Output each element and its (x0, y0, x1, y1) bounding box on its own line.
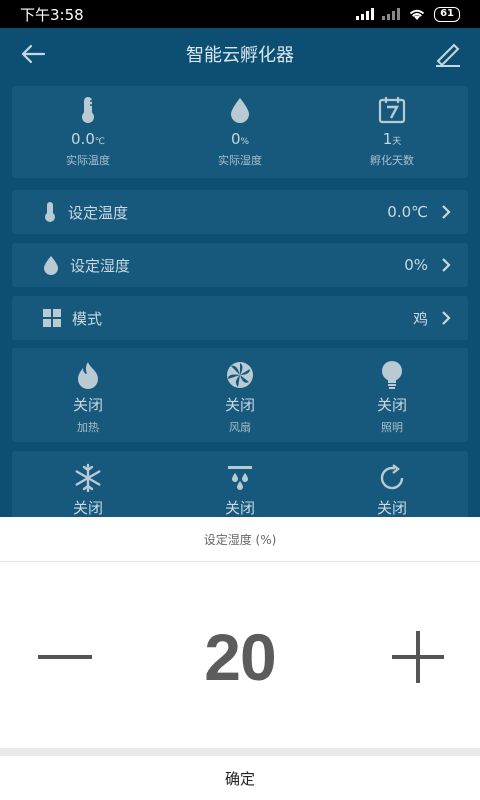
metric-unit: ℃ (94, 137, 105, 147)
device-state: 关闭 (376, 499, 407, 517)
status-bar: 下午3:58 61 (0, 0, 480, 28)
device-name: 加热 (77, 421, 99, 434)
device-grid-bottom: 关闭 关闭 关闭 (12, 451, 468, 521)
metric-value: 0.0 (71, 130, 95, 148)
device-state: 关闭 (376, 396, 407, 414)
snowflake-icon (75, 463, 101, 493)
device-name: 风扇 (229, 421, 251, 434)
grid-icon (43, 309, 61, 327)
chevron-right-icon (442, 205, 451, 219)
metric-label: 孵化天数 (370, 154, 414, 167)
device-spray[interactable]: 关闭 (164, 451, 316, 521)
edit-pencil-icon[interactable] (432, 40, 464, 68)
back-arrow-icon[interactable] (18, 40, 50, 68)
app-header: 智能云孵化器 (0, 28, 480, 80)
thermometer-icon (82, 97, 94, 123)
plus-icon-vertical (416, 631, 420, 683)
device-state: 关闭 (72, 396, 103, 414)
row-value: 鸡 (412, 309, 428, 328)
row-label: 模式 (72, 309, 103, 328)
device-name: 照明 (381, 421, 403, 434)
set-temperature-row[interactable]: 设定温度 0.0℃ (12, 190, 468, 234)
metric-value: 1 (382, 130, 393, 148)
metric-label: 实际温度 (66, 154, 110, 167)
droplet-icon (44, 256, 58, 275)
humidity-stepper: 20 (0, 617, 480, 697)
device-state: 关闭 (224, 396, 255, 414)
signal-secondary-icon (382, 8, 401, 20)
stepper-value: 20 (204, 620, 276, 694)
mode-row[interactable]: 模式 鸡 (12, 296, 468, 340)
signal-icon (356, 8, 375, 20)
chevron-right-icon (442, 311, 451, 325)
fan-icon (227, 362, 253, 388)
device-lighting[interactable]: 关闭 照明 (316, 348, 468, 442)
device-state: 关闭 (72, 499, 103, 517)
droplet-icon (231, 98, 249, 123)
rotate-icon (380, 464, 404, 490)
page-title: 智能云孵化器 (186, 45, 294, 66)
row-label: 设定湿度 (70, 256, 131, 275)
status-time: 下午3:58 (20, 5, 84, 24)
minus-icon (38, 655, 92, 659)
row-value: 0% (404, 256, 428, 274)
sprinkler-icon (228, 466, 252, 490)
set-humidity-row[interactable]: 设定湿度 0% (12, 243, 468, 287)
confirm-button[interactable]: 确定 (0, 756, 480, 800)
row-value: 0.0℃ (387, 203, 428, 221)
divider (0, 748, 480, 756)
wifi-icon (409, 9, 425, 20)
metric-label: 实际湿度 (218, 154, 262, 167)
thermometer-icon (45, 202, 55, 222)
device-cooling[interactable]: 关闭 (12, 451, 164, 521)
battery-indicator: 61 (434, 6, 460, 22)
device-heating[interactable]: 关闭 加热 (12, 348, 164, 442)
device-rotate[interactable]: 关闭 (316, 451, 468, 521)
row-label: 设定温度 (68, 203, 129, 222)
metric-actual-humidity: 0% 实际湿度 (164, 86, 316, 178)
device-fan[interactable]: 关闭 风扇 (164, 348, 316, 442)
metric-actual-temperature: 0.0℃ 实际温度 (12, 86, 164, 178)
bulb-icon (382, 361, 402, 389)
metrics-card: 0.0℃ 实际温度 0% 实际湿度 1天 孵化天数 (12, 86, 468, 178)
device-state: 关闭 (224, 499, 255, 517)
sheet-title: 设定湿度 (%) (0, 517, 480, 562)
humidity-setting-sheet: 设定湿度 (%) 20 确定 (0, 517, 480, 800)
flame-icon (78, 362, 98, 389)
chevron-right-icon (442, 258, 451, 272)
metric-unit: % (240, 137, 250, 147)
metric-incubation-days: 1天 孵化天数 (316, 86, 468, 178)
device-grid-top: 关闭 加热 关闭 风扇 关闭 照明 (12, 348, 468, 442)
calendar-icon (378, 97, 406, 124)
metric-unit: 天 (392, 137, 402, 147)
